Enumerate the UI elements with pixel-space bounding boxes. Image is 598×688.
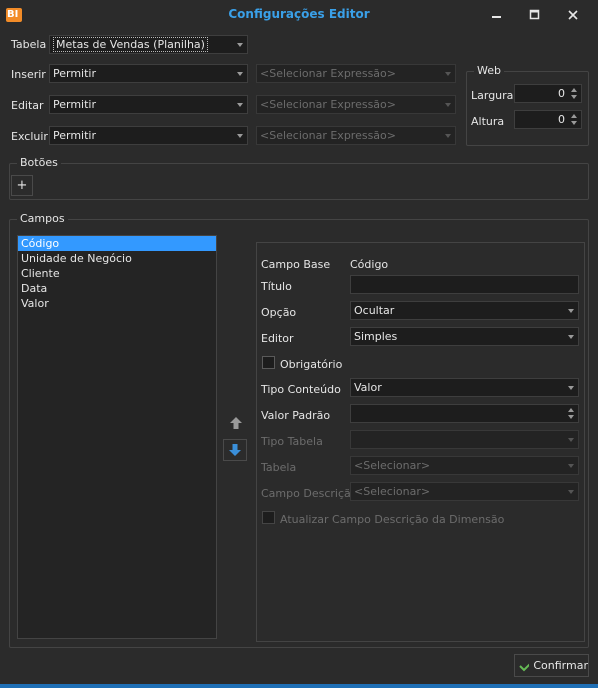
excluir-value: Permitir <box>53 129 97 142</box>
botoes-group <box>9 163 589 200</box>
obrigatorio-label: Obrigatório <box>280 358 343 371</box>
chevron-down-icon <box>568 464 574 468</box>
spin-down-icon[interactable] <box>568 415 574 419</box>
atualizar-checkbox[interactable] <box>262 511 275 524</box>
altura-spinner[interactable]: 0 <box>514 110 582 129</box>
chevron-down-icon <box>237 43 243 47</box>
campo-base-label: Campo Base <box>261 258 331 271</box>
editor-value: Simples <box>354 330 398 343</box>
obrigatorio-checkbox[interactable] <box>262 356 275 369</box>
inserir-value: Permitir <box>53 67 97 80</box>
editar-expression-select[interactable]: <Selecionar Expressão> <box>256 95 456 114</box>
titulo-label: Título <box>261 280 292 293</box>
close-button[interactable] <box>556 4 590 26</box>
move-up-button[interactable] <box>225 413 247 433</box>
bottom-accent-line <box>0 684 598 688</box>
chevron-down-icon <box>568 438 574 442</box>
checkmark-icon <box>519 662 530 671</box>
chevron-down-icon <box>445 72 451 76</box>
campos-group-title: Campos <box>17 212 68 225</box>
tipo-tabela-label: Tipo Tabela <box>261 435 323 448</box>
excluir-select[interactable]: Permitir <box>49 126 248 145</box>
campo-descricao-value: <Selecionar> <box>354 485 431 498</box>
chevron-down-icon <box>568 335 574 339</box>
tabela-label: Tabela <box>11 38 47 51</box>
editor-label: Editor <box>261 332 294 345</box>
largura-value: 0 <box>558 87 565 100</box>
confirm-button[interactable]: Confirmar <box>514 654 589 677</box>
maximize-button[interactable] <box>518 4 552 26</box>
excluir-expression-select[interactable]: <Selecionar Expressão> <box>256 126 456 145</box>
opcao-value: Ocultar <box>354 304 395 317</box>
inserir-label: Inserir <box>11 68 46 81</box>
web-group-title: Web <box>474 64 504 77</box>
tabela-detail-select[interactable]: <Selecionar> <box>350 456 579 475</box>
chevron-down-icon <box>568 490 574 494</box>
campos-list[interactable]: Código Unidade de Negócio Cliente Data V… <box>17 235 217 639</box>
spin-up-icon[interactable] <box>571 88 577 92</box>
add-button-button[interactable]: + <box>11 175 33 196</box>
chevron-down-icon <box>568 309 574 313</box>
opcao-label: Opção <box>261 306 297 319</box>
tipo-conteudo-label: Tipo Conteúdo <box>261 383 341 396</box>
move-down-button[interactable] <box>223 439 247 461</box>
chevron-down-icon <box>445 134 451 138</box>
tabela-detail-value: <Selecionar> <box>354 459 431 472</box>
chevron-down-icon <box>445 103 451 107</box>
close-icon <box>568 10 578 20</box>
campo-descricao-label: Campo Descrição <box>261 487 358 500</box>
list-item[interactable]: Código <box>18 236 216 251</box>
maximize-icon <box>529 9 540 20</box>
excluir-label: Excluir <box>11 130 48 143</box>
list-item[interactable]: Cliente <box>18 266 216 281</box>
altura-value: 0 <box>558 113 565 126</box>
editar-value: Permitir <box>53 98 97 111</box>
atualizar-label: Atualizar Campo Descrição da Dimensão <box>280 513 505 526</box>
campo-base-value: Código <box>350 258 389 271</box>
titulo-input[interactable] <box>350 275 579 294</box>
tipo-tabela-select[interactable] <box>350 430 579 449</box>
confirm-label: Confirmar <box>533 659 588 672</box>
editor-select[interactable]: Simples <box>350 327 579 346</box>
list-item[interactable]: Data <box>18 281 216 296</box>
opcao-select[interactable]: Ocultar <box>350 301 579 320</box>
minimize-icon <box>492 16 501 18</box>
tipo-conteudo-select[interactable]: Valor <box>350 378 579 397</box>
chevron-down-icon <box>237 72 243 76</box>
spin-up-icon[interactable] <box>568 408 574 412</box>
editar-label: Editar <box>11 99 44 112</box>
botoes-group-title: Botões <box>17 156 61 169</box>
list-item[interactable]: Valor <box>18 296 216 311</box>
spin-down-icon[interactable] <box>571 121 577 125</box>
chevron-down-icon <box>237 134 243 138</box>
spin-down-icon[interactable] <box>571 95 577 99</box>
valor-padrao-label: Valor Padrão <box>261 409 331 422</box>
tabela-value: Metas de Vendas (Planilha) <box>53 37 208 52</box>
largura-label: Largura <box>471 89 514 102</box>
inserir-expression-value: <Selecionar Expressão> <box>260 67 396 80</box>
arrow-up-icon <box>230 417 242 429</box>
chevron-down-icon <box>237 103 243 107</box>
inserir-select[interactable]: Permitir <box>49 64 248 83</box>
spin-up-icon[interactable] <box>571 114 577 118</box>
list-item[interactable]: Unidade de Negócio <box>18 251 216 266</box>
inserir-expression-select[interactable]: <Selecionar Expressão> <box>256 64 456 83</box>
tabela-select[interactable]: Metas de Vendas (Planilha) <box>49 35 248 54</box>
title-bar: BI Configurações Editor <box>0 0 598 30</box>
largura-spinner[interactable]: 0 <box>514 84 582 103</box>
tipo-conteudo-value: Valor <box>354 381 382 394</box>
arrow-down-icon <box>229 444 241 456</box>
editar-expression-value: <Selecionar Expressão> <box>260 98 396 111</box>
campo-descricao-select[interactable]: <Selecionar> <box>350 482 579 501</box>
minimize-button[interactable] <box>480 4 514 26</box>
editar-select[interactable]: Permitir <box>49 95 248 114</box>
valor-padrao-spinner[interactable] <box>350 404 579 423</box>
altura-label: Altura <box>471 115 505 128</box>
chevron-down-icon <box>568 386 574 390</box>
tabela-detail-label: Tabela <box>261 461 297 474</box>
excluir-expression-value: <Selecionar Expressão> <box>260 129 396 142</box>
web-group <box>466 71 589 146</box>
